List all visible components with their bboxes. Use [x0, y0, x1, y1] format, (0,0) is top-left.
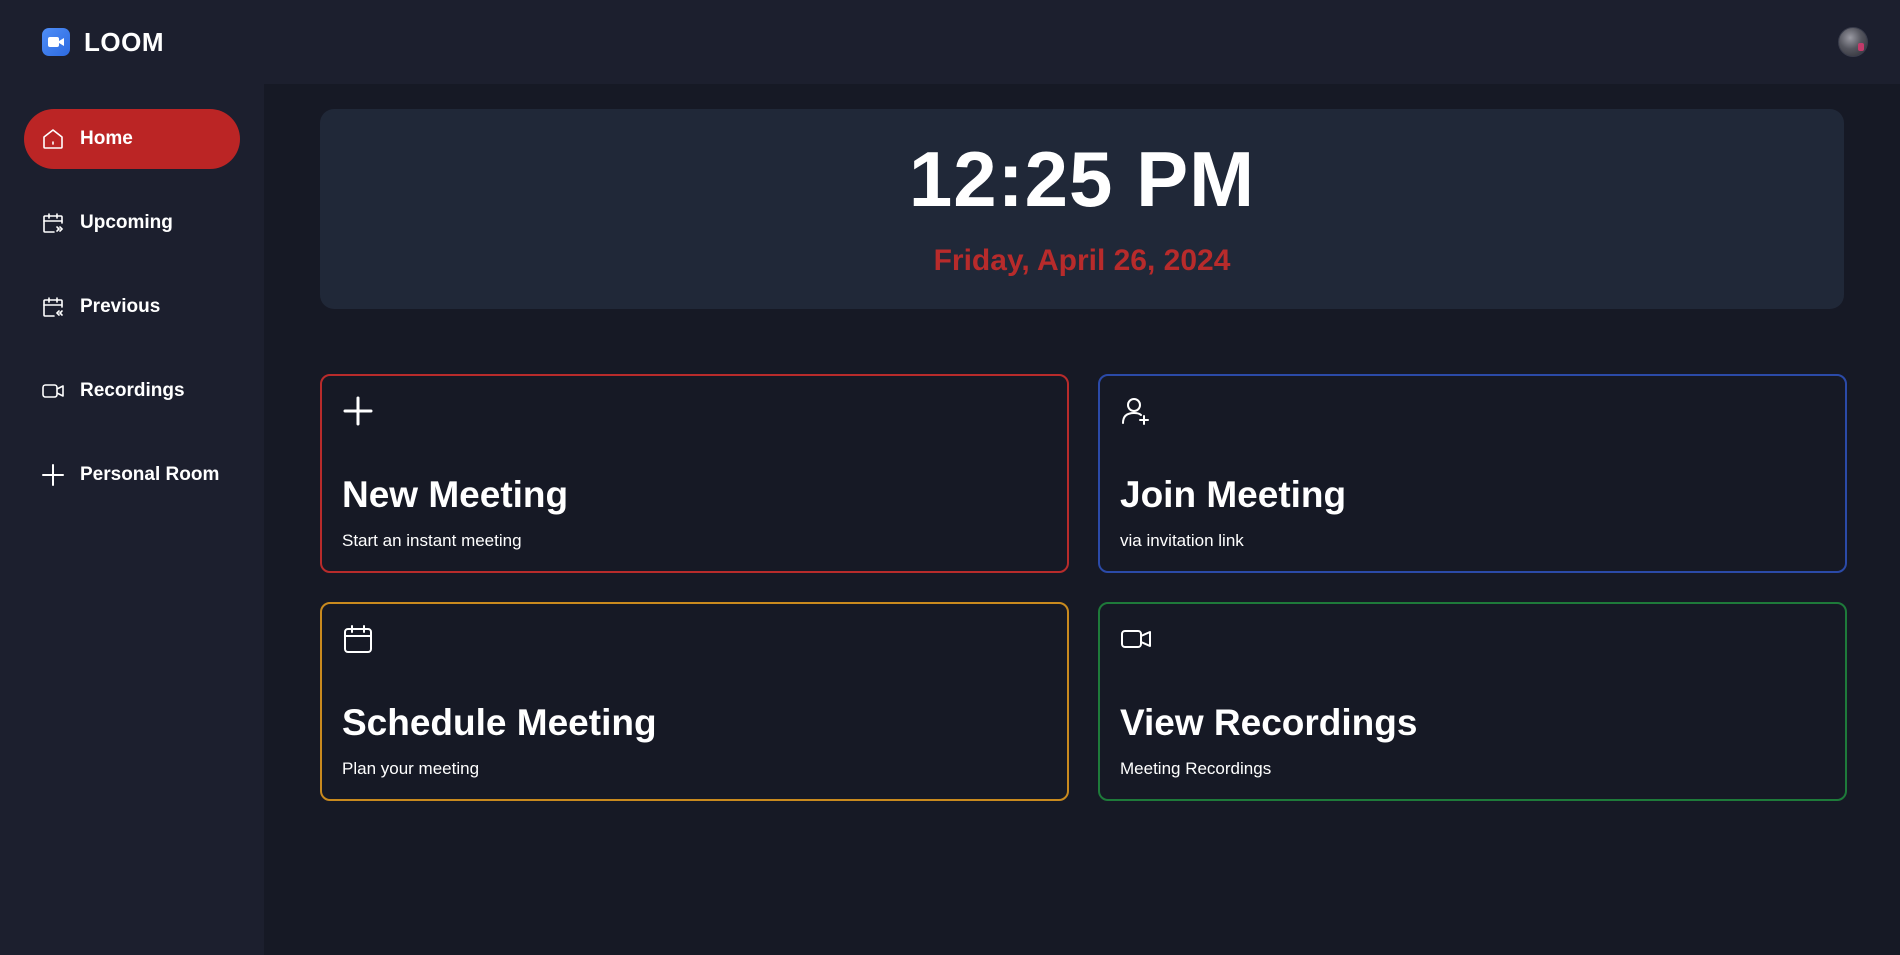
sidebar-item-previous[interactable]: Previous [24, 277, 240, 337]
card-title: Join Meeting [1120, 474, 1347, 515]
calendar-back-icon [40, 294, 66, 320]
current-time: 12:25 PM [908, 135, 1256, 223]
home-icon [40, 126, 66, 152]
sidebar-item-label: Home [80, 128, 133, 149]
sidebar-item-upcoming[interactable]: Upcoming [24, 193, 240, 253]
brand[interactable]: LOOM [42, 27, 164, 58]
plus-icon [342, 394, 376, 428]
card-subtitle: Meeting Recordings [1120, 759, 1272, 778]
brand-name: LOOM [84, 26, 164, 57]
sidebar-item-personal-room[interactable]: Personal Room [24, 445, 240, 505]
view-recordings-card[interactable]: View Recordings Meeting Recordings [1098, 602, 1847, 801]
card-title: View Recordings [1120, 702, 1418, 743]
video-icon [1120, 622, 1154, 656]
sidebar: Home Upcoming Previous Recordings Person… [0, 84, 264, 955]
sidebar-item-recordings[interactable]: Recordings [24, 361, 240, 421]
sidebar-item-home[interactable]: Home [24, 109, 240, 169]
schedule-meeting-card[interactable]: Schedule Meeting Plan your meeting [320, 602, 1069, 801]
join-meeting-card[interactable]: Join Meeting via invitation link [1098, 374, 1847, 573]
sidebar-item-label: Upcoming [80, 212, 173, 233]
calendar-forward-icon [40, 210, 66, 236]
card-title: New Meeting [342, 474, 569, 515]
user-avatar[interactable] [1838, 27, 1868, 57]
clock-banner: 12:25 PM Friday, April 26, 2024 [320, 109, 1844, 309]
plus-icon [40, 462, 66, 488]
sidebar-item-label: Previous [80, 296, 161, 317]
card-subtitle: via invitation link [1120, 531, 1244, 550]
video-icon [40, 378, 66, 404]
user-plus-icon [1120, 394, 1154, 428]
card-subtitle: Start an instant meeting [342, 531, 522, 550]
action-cards: New Meeting Start an instant meeting Joi… [320, 374, 1847, 801]
main-content: 12:25 PM Friday, April 26, 2024 New Meet… [264, 84, 1900, 955]
card-title: Schedule Meeting [342, 702, 657, 743]
sidebar-item-label: Personal Room [80, 464, 220, 485]
current-date: Friday, April 26, 2024 [933, 244, 1231, 277]
calendar-icon [342, 622, 376, 656]
sidebar-item-label: Recordings [80, 380, 185, 401]
new-meeting-card[interactable]: New Meeting Start an instant meeting [320, 374, 1069, 573]
card-subtitle: Plan your meeting [342, 759, 480, 778]
top-bar: LOOM [0, 0, 1900, 84]
video-camera-icon [42, 28, 70, 56]
